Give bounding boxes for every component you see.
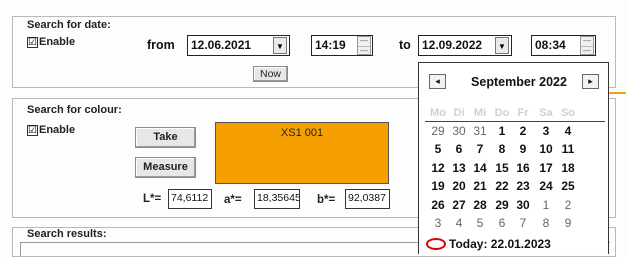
- calendar-day[interactable]: 27: [448, 198, 470, 212]
- l-star-label: L*=: [143, 193, 162, 205]
- calendar-day[interactable]: 25: [557, 179, 579, 193]
- from-date-value: 12.06.2021: [191, 38, 252, 52]
- calendar-popup[interactable]: ◂ September 2022 ▸ Mo Di Mi Do Fr Sa So 29 30 31…: [418, 62, 609, 254]
- weekday-label: Sa: [539, 107, 553, 119]
- calendar-day[interactable]: 8: [491, 142, 513, 156]
- calendar-day[interactable]: 30: [448, 124, 470, 138]
- calendar-day[interactable]: 26: [427, 198, 449, 212]
- calendar-today-label[interactable]: Today: 22.01.2023: [449, 237, 551, 251]
- calendar-day[interactable]: 3: [427, 216, 449, 230]
- calendar-day[interactable]: 16: [512, 161, 534, 175]
- to-time-value: 08:34: [535, 38, 566, 52]
- calendar-day[interactable]: 18: [557, 161, 579, 175]
- calendar-day[interactable]: 9: [512, 142, 534, 156]
- calendar-day[interactable]: 19: [427, 179, 449, 193]
- to-date-dropdown-chevron-icon[interactable]: ▼: [495, 37, 509, 54]
- now-button[interactable]: Now: [253, 66, 288, 82]
- calendar-day[interactable]: 5: [469, 216, 491, 230]
- b-star-field[interactable]: 92,0387: [345, 189, 390, 209]
- results-title: Search results:: [27, 228, 107, 240]
- calendar-day[interactable]: 24: [535, 179, 557, 193]
- calendar-day[interactable]: 15: [491, 161, 513, 175]
- weekday-label: Fr: [517, 107, 529, 119]
- spin-down-icon[interactable]: —: [581, 45, 593, 55]
- date-enable-checkbox[interactable]: ☑: [27, 37, 38, 48]
- calendar-day[interactable]: 29: [491, 198, 513, 212]
- spin-down-icon[interactable]: —: [358, 45, 370, 55]
- weekday-label: So: [560, 107, 576, 119]
- calendar-day[interactable]: 22: [491, 179, 513, 193]
- calendar-day[interactable]: 23: [512, 179, 534, 193]
- calendar-day[interactable]: 1: [491, 124, 513, 138]
- calendar-day[interactable]: 11: [557, 142, 579, 156]
- calendar-day[interactable]: 21: [469, 179, 491, 193]
- calendar-prev-month-icon[interactable]: ◂: [429, 74, 446, 89]
- spin-up-icon[interactable]: —: [358, 37, 370, 46]
- calendar-day[interactable]: 6: [491, 216, 513, 230]
- weekday-divider: [425, 121, 605, 122]
- calendar-day[interactable]: 10: [535, 142, 557, 156]
- weekday-label: Mi: [473, 107, 487, 119]
- to-date-value: 12.09.2022: [422, 38, 483, 52]
- today-marker-icon[interactable]: [426, 238, 446, 250]
- from-time-spinner[interactable]: — —: [357, 36, 371, 55]
- calendar-day[interactable]: 17: [535, 161, 557, 175]
- calendar-day[interactable]: 20: [448, 179, 470, 193]
- calendar-day[interactable]: 2: [557, 198, 579, 212]
- calendar-day[interactable]: 6: [448, 142, 470, 156]
- b-star-label: b*=: [317, 194, 336, 206]
- measure-button[interactable]: Measure: [135, 157, 196, 178]
- colour-enable-checkbox[interactable]: ☑: [27, 125, 38, 136]
- date-enable-label: Enable: [39, 36, 76, 48]
- from-date-dropdown-chevron-icon[interactable]: ▼: [273, 37, 287, 54]
- l-star-field[interactable]: 74,6112: [168, 189, 212, 209]
- colour-enable-label: Enable: [39, 124, 76, 136]
- calendar-day[interactable]: 31: [469, 124, 491, 138]
- calendar-day[interactable]: 7: [469, 142, 491, 156]
- calendar-day[interactable]: 2: [512, 124, 534, 138]
- take-button[interactable]: Take: [135, 127, 196, 148]
- calendar-next-month-icon[interactable]: ▸: [582, 74, 599, 89]
- calendar-day[interactable]: 3: [535, 124, 557, 138]
- calendar-day[interactable]: 29: [427, 124, 449, 138]
- date-search-title: Search for date:: [27, 19, 111, 31]
- calendar-day[interactable]: 9: [557, 216, 579, 230]
- to-label: to: [399, 38, 411, 52]
- calendar-day[interactable]: 13: [448, 161, 470, 175]
- calendar-day[interactable]: 4: [448, 216, 470, 230]
- a-star-label: a*=: [224, 194, 242, 206]
- colour-swatch: XS1 001: [215, 122, 389, 184]
- calendar-month-title[interactable]: September 2022: [454, 75, 584, 89]
- a-star-field[interactable]: 18,35645: [254, 189, 300, 209]
- calendar-day[interactable]: 30: [512, 198, 534, 212]
- spin-up-icon[interactable]: —: [581, 37, 593, 46]
- calendar-day[interactable]: 8: [535, 216, 557, 230]
- calendar-day[interactable]: 1: [535, 198, 557, 212]
- from-time-value: 14:19: [315, 38, 346, 52]
- weekday-label: Do: [494, 107, 510, 119]
- calendar-day[interactable]: 5: [427, 142, 449, 156]
- weekday-label: Mo: [430, 107, 446, 119]
- colour-search-title: Search for colour:: [27, 104, 122, 116]
- calendar-day[interactable]: 14: [469, 161, 491, 175]
- calendar-day[interactable]: 12: [427, 161, 449, 175]
- swatch-label: XS1 001: [280, 127, 324, 139]
- calendar-day[interactable]: 4: [557, 124, 579, 138]
- from-label: from: [147, 38, 175, 52]
- calendar-day[interactable]: 28: [469, 198, 491, 212]
- weekday-label: Di: [453, 107, 465, 119]
- calendar-day[interactable]: 7: [512, 216, 534, 230]
- to-time-spinner[interactable]: — —: [580, 36, 594, 55]
